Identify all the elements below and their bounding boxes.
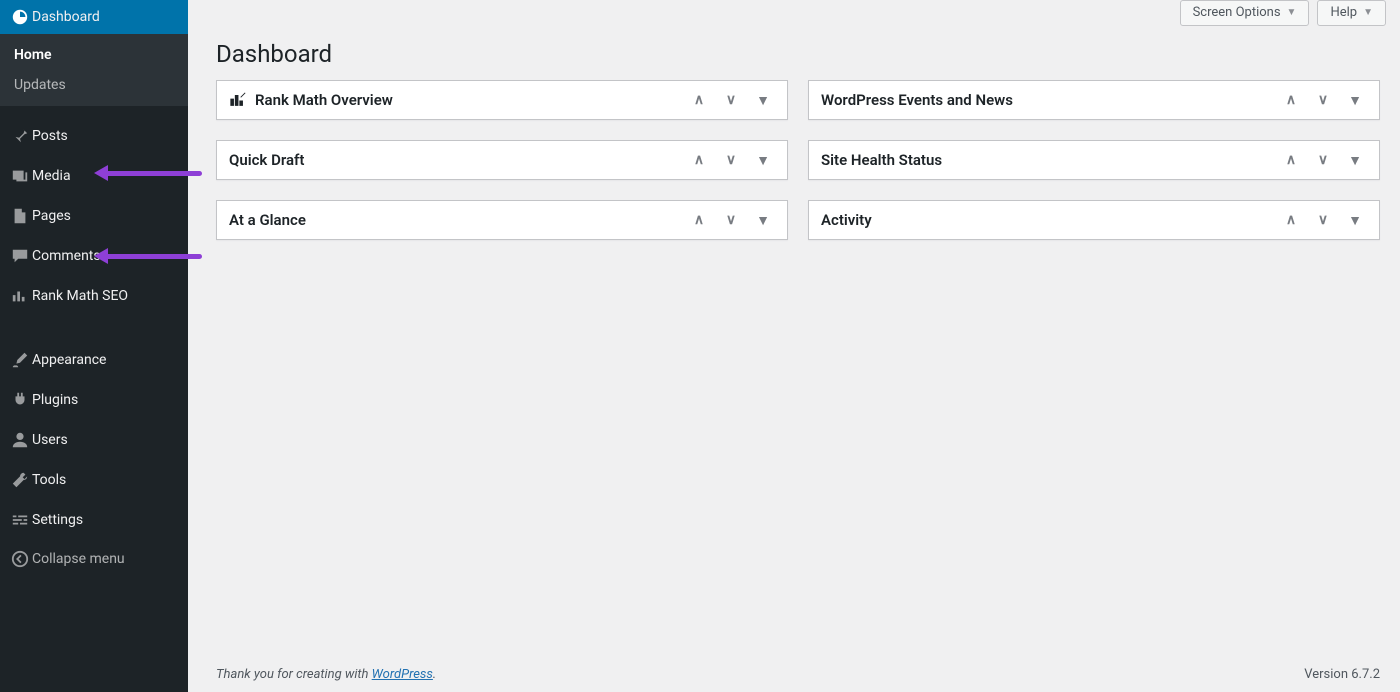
user-icon: [8, 431, 32, 449]
toggle-icon[interactable]: ▼: [1343, 92, 1367, 109]
rankmath-icon: [229, 91, 247, 109]
widget-title: Site Health Status: [821, 151, 1271, 169]
wrench-icon: [8, 471, 32, 489]
plug-icon: [8, 391, 32, 409]
widget-at-a-glance: At a Glance ∧ ∨ ▼: [216, 200, 788, 240]
move-down-icon[interactable]: ∨: [1311, 92, 1335, 108]
footer-wordpress-link[interactable]: WordPress: [372, 667, 433, 682]
move-up-icon[interactable]: ∧: [1279, 152, 1303, 168]
sidebar-separator: [0, 316, 188, 330]
toggle-icon[interactable]: ▼: [751, 212, 775, 229]
widget-header[interactable]: Site Health Status ∧ ∨ ▼: [809, 141, 1379, 179]
sidebar-item-label: Rank Math SEO: [32, 288, 128, 304]
page-icon: [8, 207, 32, 225]
toggle-icon[interactable]: ▼: [1343, 152, 1367, 169]
widgets-col-right: WordPress Events and News ∧ ∨ ▼ Site Hea…: [808, 80, 1380, 240]
collapse-icon: [8, 550, 32, 568]
sidebar-item-settings[interactable]: Settings: [0, 500, 188, 540]
move-down-icon[interactable]: ∨: [719, 152, 743, 168]
help-button[interactable]: Help ▼: [1317, 0, 1386, 26]
main-content: Screen Options ▼ Help ▼ Dashboard Rank M…: [188, 0, 1400, 692]
widgets-col-left: Rank Math Overview ∧ ∨ ▼ Quick Draft ∧ ∨…: [216, 80, 788, 240]
sidebar-item-label: Tools: [32, 472, 66, 488]
move-up-icon[interactable]: ∧: [687, 152, 711, 168]
move-down-icon[interactable]: ∨: [1311, 152, 1335, 168]
button-label: Help: [1330, 5, 1357, 20]
toggle-icon[interactable]: ▼: [751, 92, 775, 109]
submenu-label: Home: [14, 47, 52, 63]
sliders-icon: [8, 511, 32, 529]
sidebar-item-label: Media: [32, 168, 71, 184]
submenu-label: Updates: [14, 77, 66, 93]
move-down-icon[interactable]: ∨: [1311, 212, 1335, 228]
submenu-updates[interactable]: Updates: [0, 70, 188, 100]
toggle-icon[interactable]: ▼: [751, 152, 775, 169]
top-toolbar: Screen Options ▼ Help ▼: [188, 0, 1400, 40]
sidebar-item-dashboard[interactable]: Dashboard: [0, 0, 188, 34]
widget-header[interactable]: At a Glance ∧ ∨ ▼: [217, 201, 787, 239]
page-title: Dashboard: [188, 40, 1400, 80]
move-up-icon[interactable]: ∧: [687, 212, 711, 228]
move-down-icon[interactable]: ∨: [719, 92, 743, 108]
widget-title: Rank Math Overview: [255, 91, 679, 109]
screen-options-button[interactable]: Screen Options ▼: [1180, 0, 1310, 26]
widget-activity: Activity ∧ ∨ ▼: [808, 200, 1380, 240]
dashboard-icon: [8, 8, 32, 26]
button-label: Screen Options: [1193, 5, 1281, 20]
sidebar-item-label: Plugins: [32, 392, 78, 408]
brush-icon: [8, 351, 32, 369]
widget-header[interactable]: WordPress Events and News ∧ ∨ ▼: [809, 81, 1379, 119]
sidebar-item-users[interactable]: Users: [0, 420, 188, 460]
widget-title: At a Glance: [229, 211, 679, 229]
footer-prefix: Thank you for creating with: [216, 667, 372, 682]
widget-title: WordPress Events and News: [821, 91, 1271, 109]
sidebar-item-label: Posts: [32, 128, 68, 144]
footer-suffix: .: [433, 667, 436, 682]
dashboard-submenu: Home Updates: [0, 34, 188, 106]
sidebar-item-appearance[interactable]: Appearance: [0, 340, 188, 380]
collapse-menu[interactable]: Collapse menu: [0, 540, 188, 578]
move-up-icon[interactable]: ∧: [1279, 92, 1303, 108]
widget-quick-draft: Quick Draft ∧ ∨ ▼: [216, 140, 788, 180]
pin-icon: [8, 127, 32, 145]
chevron-down-icon: ▼: [1287, 7, 1297, 18]
widget-header[interactable]: Activity ∧ ∨ ▼: [809, 201, 1379, 239]
annotation-arrow-pages: [100, 254, 202, 259]
footer-version: Version 6.7.2: [1304, 667, 1380, 682]
sidebar-item-rankmath[interactable]: Rank Math SEO: [0, 276, 188, 316]
chevron-down-icon: ▼: [1363, 7, 1373, 18]
widget-header[interactable]: Rank Math Overview ∧ ∨ ▼: [217, 81, 787, 119]
move-down-icon[interactable]: ∨: [719, 212, 743, 228]
widget-site-health: Site Health Status ∧ ∨ ▼: [808, 140, 1380, 180]
submenu-home[interactable]: Home: [0, 40, 188, 70]
sidebar-item-pages[interactable]: Pages: [0, 196, 188, 236]
sidebar-item-label: Users: [32, 432, 68, 448]
widget-title: Quick Draft: [229, 151, 679, 169]
sidebar-item-plugins[interactable]: Plugins: [0, 380, 188, 420]
sidebar-item-label: Pages: [32, 208, 71, 224]
sidebar-item-label: Appearance: [32, 352, 106, 368]
collapse-label: Collapse menu: [32, 551, 125, 567]
sidebar-group-admin: Appearance Plugins Users Tools Settings: [0, 330, 188, 540]
sidebar-item-label: Dashboard: [32, 9, 100, 25]
widget-wp-events: WordPress Events and News ∧ ∨ ▼: [808, 80, 1380, 120]
move-up-icon[interactable]: ∧: [687, 92, 711, 108]
admin-sidebar: Dashboard Home Updates Posts Media Pages: [0, 0, 188, 692]
toggle-icon[interactable]: ▼: [1343, 212, 1367, 229]
sidebar-item-tools[interactable]: Tools: [0, 460, 188, 500]
rankmath-icon: [8, 287, 32, 305]
annotation-arrow-posts: [100, 171, 202, 176]
sidebar-group-content: Posts Media Pages Comments Rank Math SEO: [0, 106, 188, 316]
sidebar-item-label: Settings: [32, 512, 83, 528]
admin-footer: Thank you for creating with WordPress. V…: [188, 656, 1400, 692]
widget-header[interactable]: Quick Draft ∧ ∨ ▼: [217, 141, 787, 179]
media-icon: [8, 167, 32, 185]
sidebar-item-posts[interactable]: Posts: [0, 116, 188, 156]
comment-icon: [8, 247, 32, 265]
footer-credit: Thank you for creating with WordPress.: [216, 667, 436, 682]
dashboard-widgets: Rank Math Overview ∧ ∨ ▼ Quick Draft ∧ ∨…: [188, 80, 1400, 240]
widget-rankmath-overview: Rank Math Overview ∧ ∨ ▼: [216, 80, 788, 120]
move-up-icon[interactable]: ∧: [1279, 212, 1303, 228]
widget-title: Activity: [821, 211, 1271, 229]
